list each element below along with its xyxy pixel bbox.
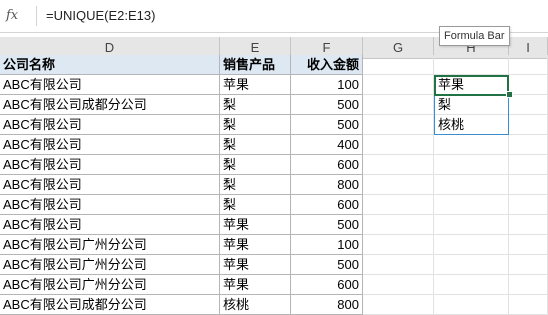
formula-input[interactable]: =UNIQUE(E2:E13) — [46, 8, 155, 23]
empty-cell[interactable] — [363, 275, 434, 295]
amount-cell[interactable]: 800 — [291, 295, 363, 315]
product-cell[interactable]: 梨 — [220, 175, 291, 195]
company-cell[interactable]: ABC有限公司广州分公司 — [0, 275, 220, 295]
company-cell[interactable]: ABC有限公司 — [0, 115, 220, 135]
amount-cell[interactable]: 500 — [291, 255, 363, 275]
empty-cell[interactable] — [363, 55, 434, 75]
empty-cell[interactable] — [509, 195, 548, 215]
empty-cell[interactable] — [509, 275, 548, 295]
amount-cell[interactable]: 400 — [291, 135, 363, 155]
empty-cell[interactable] — [434, 255, 509, 275]
empty-cell[interactable] — [363, 195, 434, 215]
empty-cell[interactable] — [509, 235, 548, 255]
amount-cell[interactable]: 600 — [291, 195, 363, 215]
empty-cell[interactable] — [434, 195, 509, 215]
header-company[interactable]: 公司名称 — [0, 55, 220, 75]
empty-cell[interactable] — [363, 175, 434, 195]
product-cell[interactable]: 梨 — [220, 195, 291, 215]
unique-result-cell[interactable]: 核桃 — [438, 115, 464, 135]
product-cell[interactable]: 梨 — [220, 135, 291, 155]
empty-cell[interactable] — [434, 55, 509, 75]
amount-cell[interactable]: 500 — [291, 115, 363, 135]
empty-cell[interactable] — [509, 295, 548, 315]
amount-cell[interactable]: 800 — [291, 175, 363, 195]
company-cell[interactable]: ABC有限公司 — [0, 215, 220, 235]
empty-cell[interactable] — [434, 155, 509, 175]
product-cell[interactable]: 苹果 — [220, 275, 291, 295]
amount-cell[interactable]: 100 — [291, 75, 363, 95]
product-cell[interactable]: 核桃 — [220, 295, 291, 315]
empty-cell[interactable] — [509, 155, 548, 175]
formula-bar-divider — [36, 6, 37, 26]
company-cell[interactable]: ABC有限公司 — [0, 135, 220, 155]
empty-cell[interactable] — [509, 95, 548, 115]
product-cell[interactable]: 苹果 — [220, 255, 291, 275]
amount-cell[interactable]: 500 — [291, 95, 363, 115]
empty-cell[interactable] — [363, 115, 434, 135]
empty-cell[interactable] — [363, 95, 434, 115]
empty-cell[interactable] — [363, 295, 434, 315]
company-cell[interactable]: ABC有限公司 — [0, 195, 220, 215]
amount-cell[interactable]: 600 — [291, 155, 363, 175]
empty-cell[interactable] — [434, 295, 509, 315]
company-cell[interactable]: ABC有限公司 — [0, 175, 220, 195]
empty-cell[interactable] — [509, 135, 548, 155]
empty-cell[interactable] — [363, 155, 434, 175]
empty-cell[interactable] — [434, 275, 509, 295]
header-product[interactable]: 销售产品 — [220, 55, 291, 75]
function-icon[interactable]: fx — [6, 8, 18, 23]
empty-cell[interactable] — [434, 235, 509, 255]
company-cell[interactable]: ABC有限公司广州分公司 — [0, 255, 220, 275]
empty-cell[interactable] — [434, 175, 509, 195]
empty-cell[interactable] — [363, 215, 434, 235]
amount-cell[interactable]: 500 — [291, 215, 363, 235]
formula-bar-tooltip: Formula Bar — [439, 26, 510, 46]
empty-cell[interactable] — [434, 215, 509, 235]
company-cell[interactable]: ABC有限公司广州分公司 — [0, 235, 220, 255]
product-cell[interactable]: 梨 — [220, 95, 291, 115]
empty-cell[interactable] — [509, 255, 548, 275]
active-cell-selection — [434, 75, 509, 96]
empty-cell[interactable] — [363, 235, 434, 255]
fill-handle[interactable] — [506, 91, 513, 98]
product-cell[interactable]: 梨 — [220, 155, 291, 175]
product-cell[interactable]: 苹果 — [220, 235, 291, 255]
product-cell[interactable]: 苹果 — [220, 215, 291, 235]
company-cell[interactable]: ABC有限公司 — [0, 75, 220, 95]
company-cell[interactable]: ABC有限公司成都分公司 — [0, 295, 220, 315]
empty-cell[interactable] — [509, 75, 548, 95]
empty-cell[interactable] — [434, 135, 509, 155]
product-cell[interactable]: 梨 — [220, 115, 291, 135]
empty-cell[interactable] — [509, 115, 548, 135]
amount-cell[interactable]: 600 — [291, 275, 363, 295]
unique-result-cell[interactable]: 梨 — [438, 95, 451, 115]
empty-cell[interactable] — [363, 255, 434, 275]
empty-cell[interactable] — [363, 75, 434, 95]
header-amount[interactable]: 收入金额 — [291, 55, 363, 75]
empty-cell[interactable] — [509, 55, 548, 75]
empty-cell[interactable] — [509, 175, 548, 195]
empty-cell[interactable] — [363, 135, 434, 155]
company-cell[interactable]: ABC有限公司成都分公司 — [0, 95, 220, 115]
company-cell[interactable]: ABC有限公司 — [0, 155, 220, 175]
amount-cell[interactable]: 100 — [291, 235, 363, 255]
empty-cell[interactable] — [509, 215, 548, 235]
product-cell[interactable]: 苹果 — [220, 75, 291, 95]
